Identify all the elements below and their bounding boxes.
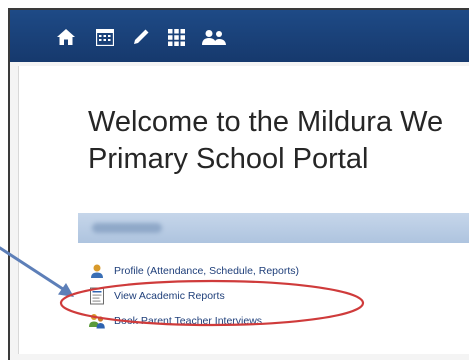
highlight-ellipse bbox=[59, 279, 365, 327]
highlight-arrow bbox=[0, 246, 74, 297]
annotation-overlay bbox=[0, 246, 365, 327]
